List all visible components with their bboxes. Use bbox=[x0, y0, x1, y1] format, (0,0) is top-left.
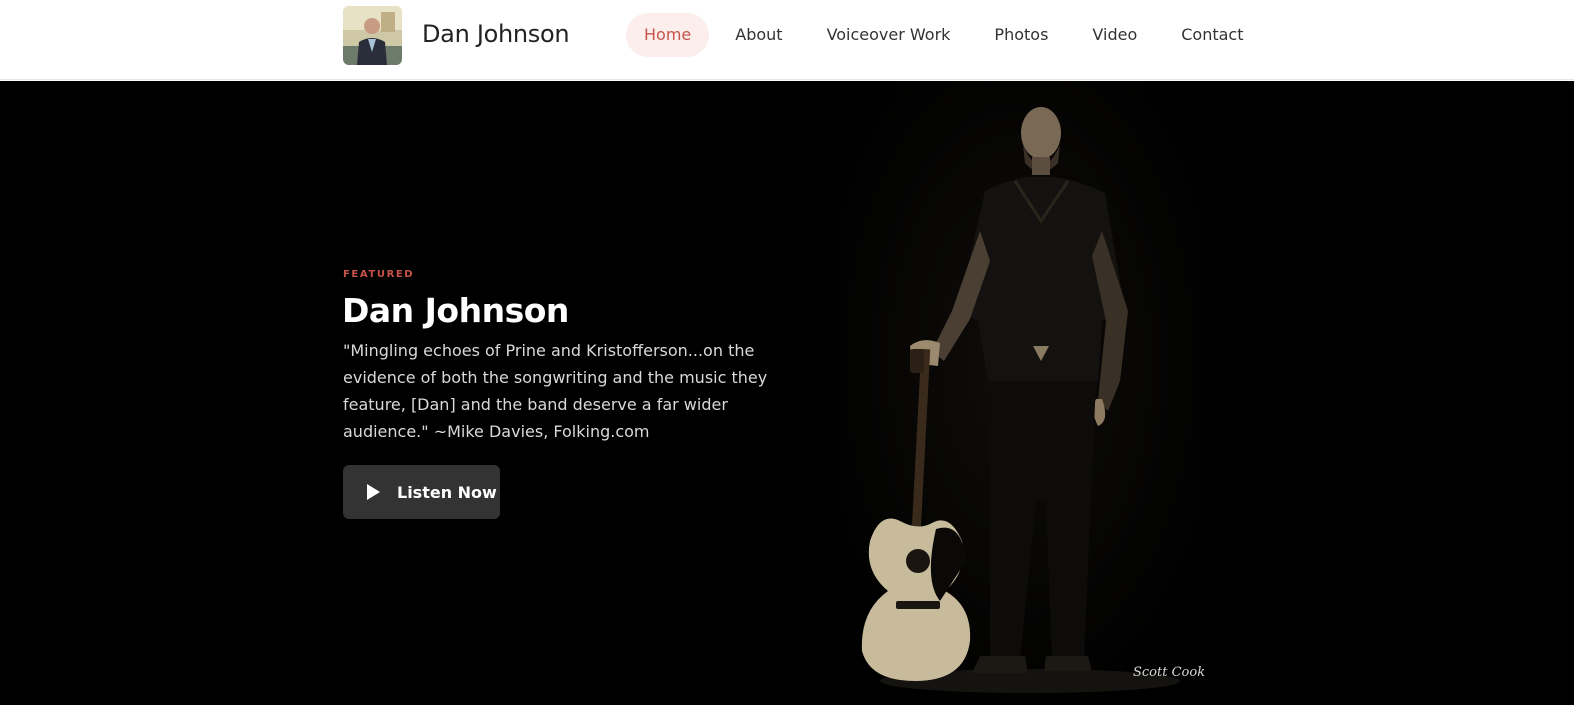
nav-item-video[interactable]: Video bbox=[1074, 13, 1155, 57]
site-title[interactable]: Dan Johnson bbox=[422, 20, 570, 48]
portrait-thumbnail-icon bbox=[343, 6, 402, 65]
featured-eyebrow: FEATURED bbox=[343, 269, 415, 280]
photographer-signature: Scott Cook bbox=[1133, 665, 1206, 680]
hero-section: FEATURED Dan Johnson "Mingling echoes of… bbox=[0, 81, 1574, 705]
main-nav: Home About Voiceover Work Photos Video C… bbox=[626, 13, 1269, 57]
listen-now-button[interactable]: Listen Now bbox=[343, 465, 500, 519]
nav-item-home[interactable]: Home bbox=[626, 13, 710, 57]
nav-item-contact[interactable]: Contact bbox=[1163, 13, 1261, 57]
hero-quote: "Mingling echoes of Prine and Kristoffer… bbox=[343, 341, 768, 441]
logo-avatar[interactable] bbox=[343, 6, 402, 65]
page-bottom-edge bbox=[0, 705, 1574, 718]
listen-now-label: Listen Now bbox=[397, 482, 497, 502]
hero-title: Dan Johnson bbox=[342, 291, 569, 330]
site-header: Dan Johnson Home About Voiceover Work Ph… bbox=[0, 0, 1574, 80]
nav-item-voiceover-work[interactable]: Voiceover Work bbox=[809, 13, 969, 57]
artist-photo bbox=[840, 81, 1200, 705]
nav-item-about[interactable]: About bbox=[717, 13, 800, 57]
nav-item-photos[interactable]: Photos bbox=[976, 13, 1066, 57]
play-icon bbox=[367, 484, 380, 500]
